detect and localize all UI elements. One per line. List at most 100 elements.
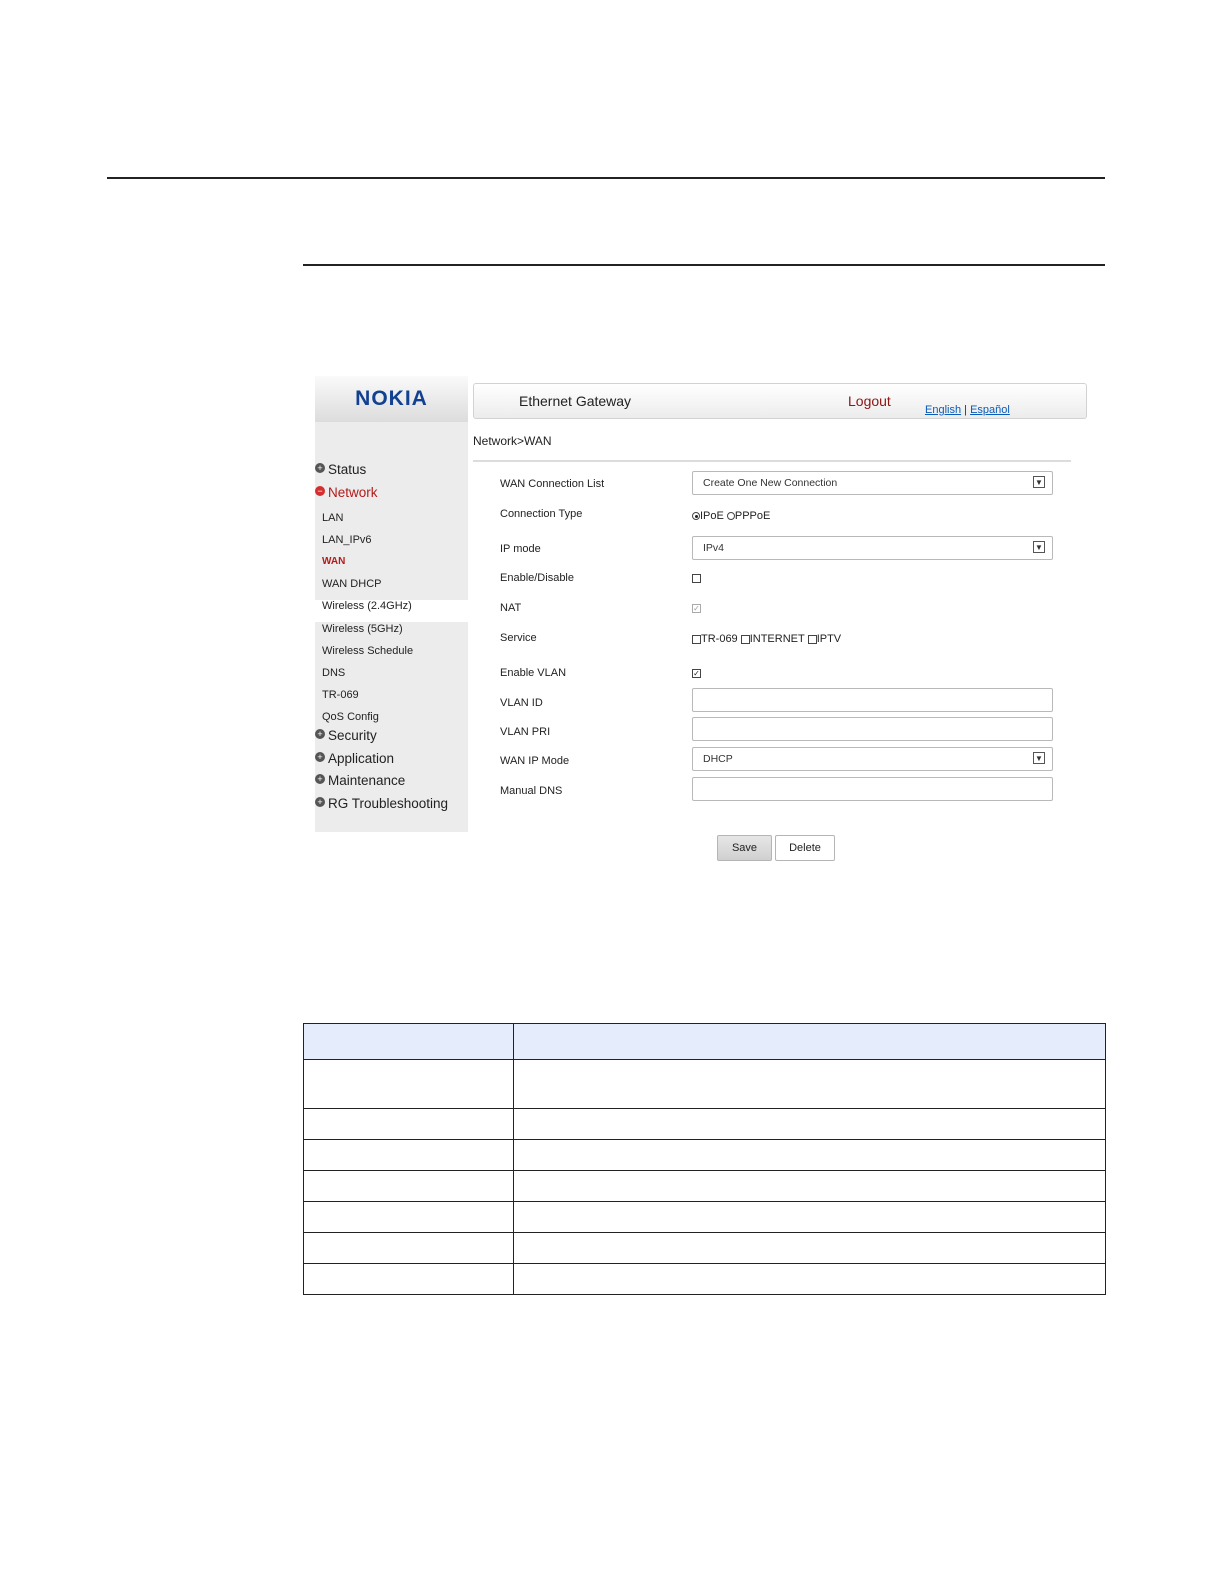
sidebar-item-rg-troubleshooting[interactable]: + RG Troubleshooting — [315, 796, 448, 811]
language-switcher: English | Español — [925, 404, 1010, 416]
sidebar-item-qos-config[interactable]: QoS Config — [322, 711, 379, 723]
chevron-down-icon: ▼ — [1033, 476, 1045, 488]
sidebar-item-label: Security — [328, 728, 377, 743]
table-cell — [513, 1108, 1106, 1140]
sidebar-item-wan-dhcp[interactable]: WAN DHCP — [322, 578, 381, 590]
vlan-id-input[interactable] — [692, 688, 1053, 712]
plus-circle-icon: + — [315, 796, 325, 807]
nokia-logo: NOKIA — [355, 387, 428, 410]
section-rule — [303, 264, 1105, 266]
service-tr069-label: TR-069 — [701, 633, 738, 645]
table-row — [303, 1232, 1106, 1264]
ip-mode-select[interactable]: IPv4 ▼ — [692, 536, 1053, 560]
sidebar-item-maintenance[interactable]: + Maintenance — [315, 773, 405, 788]
service-internet-checkbox[interactable] — [740, 634, 750, 644]
nat-checkbox — [692, 604, 701, 613]
service-group: TR-069 INTERNET IPTV — [692, 633, 841, 645]
sidebar-item-security[interactable]: + Security — [315, 728, 377, 743]
sidebar-item-dns[interactable]: DNS — [322, 667, 345, 679]
parameter-table — [303, 1023, 1106, 1295]
sidebar: + Status − Network LAN LAN_IPv6 WAN WAN … — [315, 422, 468, 832]
espanol-link[interactable]: Español — [970, 404, 1010, 416]
wan-connection-list-value: Create One New Connection — [703, 477, 838, 489]
chevron-down-icon: ▼ — [1033, 541, 1045, 553]
table-header-cell — [513, 1023, 1106, 1060]
english-link[interactable]: English — [925, 404, 961, 416]
sidebar-item-network[interactable]: − Network — [315, 485, 378, 500]
wan-connection-list-label: WAN Connection List — [500, 478, 605, 490]
sidebar-item-lan[interactable]: LAN — [322, 512, 343, 524]
service-tr069-checkbox[interactable] — [692, 634, 701, 644]
table-cell — [513, 1232, 1106, 1264]
plus-circle-icon: + — [315, 773, 325, 784]
enable-vlan-label: Enable VLAN — [500, 667, 567, 679]
breadcrumb: Network>WAN — [473, 434, 552, 448]
enable-vlan-checkbox[interactable] — [692, 669, 701, 678]
sidebar-item-tr069[interactable]: TR-069 — [322, 689, 359, 701]
wan-ip-mode-label: WAN IP Mode — [500, 755, 570, 767]
vlan-pri-input[interactable] — [692, 717, 1053, 741]
service-iptv-checkbox[interactable] — [807, 634, 817, 644]
router-web-ui-screenshot: NOKIA Ethernet Gateway Logout English | … — [315, 372, 1094, 864]
table-cell — [513, 1139, 1106, 1171]
pppoe-label: PPPoE — [734, 510, 771, 522]
table-cell — [513, 1201, 1106, 1233]
table-header-row — [303, 1023, 1106, 1060]
sidebar-item-application[interactable]: + Application — [315, 751, 394, 766]
ipoe-radio[interactable] — [692, 512, 700, 520]
sidebar-item-wan[interactable]: WAN — [322, 556, 345, 567]
table-row — [303, 1201, 1106, 1233]
service-iptv-label: IPTV — [816, 633, 842, 645]
table-row — [303, 1059, 1106, 1109]
table-cell — [303, 1201, 514, 1233]
chevron-down-icon: ▼ — [1033, 752, 1045, 764]
table-cell — [513, 1059, 1106, 1109]
table-row — [303, 1170, 1106, 1202]
sidebar-item-label: Network — [328, 485, 378, 500]
sidebar-item-wireless-5[interactable]: Wireless (5GHz) — [322, 623, 403, 635]
sidebar-item-wireless-24[interactable]: Wireless (2.4GHz) — [322, 600, 412, 612]
table-row — [303, 1108, 1106, 1140]
ip-mode-value: IPv4 — [703, 542, 725, 554]
table-cell — [303, 1232, 514, 1264]
wan-ip-mode-select[interactable]: DHCP ▼ — [692, 747, 1053, 771]
table-cell — [513, 1170, 1106, 1202]
breadcrumb-divider — [473, 460, 1071, 462]
manual-dns-input[interactable] — [692, 777, 1053, 801]
wan-ip-mode-value: DHCP — [703, 753, 733, 765]
vlan-pri-label: VLAN PRI — [500, 726, 551, 738]
plus-circle-icon: + — [315, 751, 325, 762]
connection-type-group: IPoE PPPoE — [692, 510, 770, 522]
sidebar-item-status[interactable]: + Status — [315, 462, 366, 477]
delete-button[interactable]: Delete — [775, 835, 835, 861]
sidebar-item-label: Status — [328, 462, 367, 477]
table-cell — [303, 1139, 514, 1171]
plus-circle-icon: + — [315, 462, 325, 473]
service-internet-label: INTERNET — [749, 633, 805, 645]
table-cell — [303, 1170, 514, 1202]
top-rule — [107, 177, 1105, 179]
table-cell — [303, 1059, 514, 1109]
table-header-cell — [303, 1023, 514, 1060]
enable-disable-label: Enable/Disable — [500, 572, 574, 584]
table-row — [303, 1263, 1106, 1295]
manual-dns-label: Manual DNS — [500, 785, 563, 797]
enable-disable-checkbox[interactable] — [692, 574, 701, 583]
table-cell — [513, 1263, 1106, 1295]
logo-box: NOKIA — [315, 376, 468, 422]
nat-label: NAT — [500, 602, 522, 614]
ip-mode-label: IP mode — [500, 543, 541, 555]
save-button[interactable]: Save — [717, 835, 772, 861]
minus-circle-icon: − — [315, 485, 325, 496]
sidebar-item-lan-ipv6[interactable]: LAN_IPv6 — [322, 534, 372, 546]
sidebar-item-wireless-schedule[interactable]: Wireless Schedule — [322, 645, 413, 657]
plus-circle-icon: + — [315, 728, 325, 739]
ipoe-label: IPoE — [700, 510, 724, 522]
sidebar-item-label: Maintenance — [328, 773, 406, 788]
logout-link[interactable]: Logout — [848, 393, 891, 409]
pppoe-radio[interactable] — [726, 512, 735, 520]
service-label: Service — [500, 632, 537, 644]
wan-connection-list-select[interactable]: Create One New Connection ▼ — [692, 471, 1053, 495]
language-separator: | — [964, 404, 967, 416]
app-title: Ethernet Gateway — [519, 393, 632, 409]
